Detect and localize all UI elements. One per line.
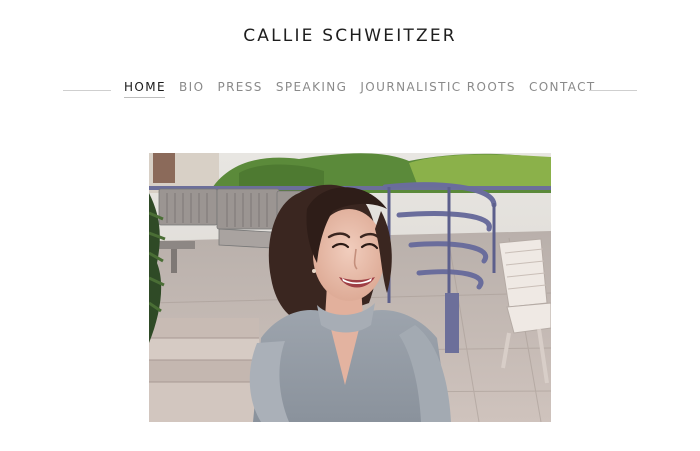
nav-items: HOME BIO PRESS SPEAKING JOURNALISTIC ROO… (124, 78, 609, 98)
nav-link-bio[interactable]: BIO (179, 78, 204, 96)
nav-link-speaking[interactable]: SPEAKING (276, 78, 348, 96)
nav-link-press[interactable]: PRESS (217, 78, 262, 96)
nav-link-home[interactable]: HOME (124, 78, 166, 98)
nav-divider-left (63, 90, 111, 91)
hero-photo-graphic (149, 153, 551, 422)
nav-divider-right (589, 90, 637, 91)
nav-link-contact[interactable]: CONTACT (529, 78, 596, 96)
site-title[interactable]: CALLIE SCHWEITZER (0, 26, 700, 46)
nav-link-journalistic-roots[interactable]: JOURNALISTIC ROOTS (360, 78, 516, 96)
hero-portrait-image (149, 153, 551, 422)
main-nav: HOME BIO PRESS SPEAKING JOURNALISTIC ROO… (0, 78, 700, 98)
